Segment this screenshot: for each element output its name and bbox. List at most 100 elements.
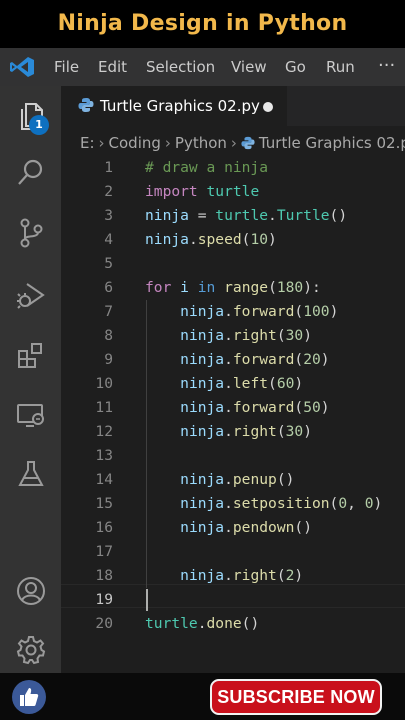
code-text: ninja.right(30) (145, 420, 312, 444)
code-token: . (224, 495, 233, 512)
code-line[interactable]: 20 turtle.done() (61, 612, 405, 636)
code-token: , (347, 495, 365, 512)
code-token: . (224, 327, 233, 344)
code-token: speed (197, 231, 242, 248)
code-token: . (224, 375, 233, 392)
code-token: 180 (276, 279, 304, 296)
menu-selection[interactable]: Selection (146, 48, 215, 86)
code-token: Turtle (276, 207, 330, 224)
code-line[interactable]: 16 ninja.pendown() (61, 516, 405, 540)
code-token: ) (329, 303, 339, 320)
code-line[interactable]: 18 ninja.right(2) (61, 564, 405, 588)
menu-more-icon[interactable]: ··· (378, 48, 395, 86)
code-text: ninja.right(2) (145, 564, 303, 588)
code-line[interactable]: 4 ninja.speed(10) (61, 228, 405, 252)
run-debug-icon[interactable] (12, 276, 50, 314)
code-token: ) (320, 351, 330, 368)
code-token: 0 (364, 495, 374, 512)
code-line[interactable]: 17 (61, 540, 405, 564)
line-number: 7 (104, 303, 113, 320)
code-line[interactable]: 9 ninja.forward(20) (61, 348, 405, 372)
code-token: ): (303, 279, 321, 296)
thumbs-up-icon[interactable] (12, 680, 46, 714)
code-line[interactable]: 2 import turtle (61, 180, 405, 204)
python-file-icon (78, 98, 94, 112)
line-number: 9 (104, 351, 113, 368)
code-line[interactable]: 1 # draw a ninja (61, 156, 405, 180)
code-token: turtle (215, 207, 269, 224)
line-number: 18 (95, 567, 113, 584)
code-token: ) (320, 399, 330, 416)
breadcrumb-folder-coding[interactable]: Coding (109, 134, 161, 152)
menu-view[interactable]: View (231, 48, 267, 86)
code-line[interactable]: 19 (61, 588, 405, 612)
code-text: turtle.done() (145, 612, 259, 636)
code-line[interactable]: 10 ninja.left(60) (61, 372, 405, 396)
code-line[interactable]: 3 ninja = turtle.Turtle() (61, 204, 405, 228)
code-token: 0 (338, 495, 348, 512)
subscribe-button[interactable]: SUBSCRIBE NOW (210, 679, 382, 715)
search-icon[interactable] (12, 153, 50, 191)
code-token: forward (232, 303, 295, 320)
breadcrumb-drive[interactable]: E: (80, 134, 95, 152)
code-token: 100 (303, 303, 330, 320)
code-token: ninja (180, 351, 225, 368)
code-line[interactable]: 7 ninja.forward(100) (61, 300, 405, 324)
code-token: pendown (232, 519, 295, 536)
code-token: . (197, 615, 207, 632)
breadcrumb-chevron-icon: › (164, 134, 171, 152)
line-number: 17 (95, 543, 113, 560)
code-line[interactable]: 5 (61, 252, 405, 276)
indent-guide (146, 300, 147, 588)
breadcrumb-file[interactable]: Turtle Graphics 02.py (259, 134, 405, 152)
breadcrumb-folder-python[interactable]: Python (175, 134, 227, 152)
code-line[interactable]: 15 ninja.setposition(0, 0) (61, 492, 405, 516)
code-token: 20 (303, 351, 321, 368)
account-icon[interactable] (12, 572, 50, 610)
breadcrumb-python-icon (241, 136, 255, 150)
unsaved-dot-icon[interactable] (263, 102, 273, 112)
source-control-icon[interactable] (12, 214, 50, 252)
menu-file[interactable]: File (54, 48, 79, 86)
code-token: forward (232, 399, 295, 416)
code-line[interactable]: 13 (61, 444, 405, 468)
line-number: 8 (104, 327, 113, 344)
code-token: 30 (285, 327, 304, 344)
code-text: for i in range(180): (145, 276, 321, 300)
menu-edit[interactable]: Edit (98, 48, 127, 86)
code-token: 50 (303, 399, 321, 416)
code-token: . (224, 303, 233, 320)
code-token: ( (294, 303, 304, 320)
code-line[interactable]: 8 ninja.right(30) (61, 324, 405, 348)
code-token: () (241, 615, 260, 632)
code-line[interactable]: 14 ninja.penup() (61, 468, 405, 492)
code-token: ( (294, 351, 304, 368)
settings-gear-icon[interactable] (12, 631, 50, 669)
code-line[interactable]: 12 ninja.right(30) (61, 420, 405, 444)
line-number: 16 (95, 519, 113, 536)
code-token: done (206, 615, 242, 632)
code-token: ) (303, 423, 312, 440)
code-token: . (224, 567, 233, 584)
extensions-icon[interactable] (12, 337, 50, 375)
code-line[interactable]: 6 for i in range(180): (61, 276, 405, 300)
menu-run[interactable]: Run (326, 48, 355, 86)
code-token: turtle (206, 183, 260, 200)
code-token: ) (268, 231, 277, 248)
code-text: ninja.speed(10) (145, 228, 277, 252)
code-token: ( (276, 327, 286, 344)
code-token: ( (294, 399, 304, 416)
code-line[interactable]: 11 ninja.forward(50) (61, 396, 405, 420)
code-token: ninja (145, 231, 189, 248)
testing-flask-icon[interactable] (12, 455, 50, 493)
code-text: ninja.forward(50) (145, 396, 330, 420)
code-token: . (268, 207, 277, 224)
menu-go[interactable]: Go (285, 48, 306, 86)
code-token: setposition (232, 495, 330, 512)
remote-explorer-icon[interactable] (12, 396, 50, 434)
code-token: () (276, 471, 295, 488)
